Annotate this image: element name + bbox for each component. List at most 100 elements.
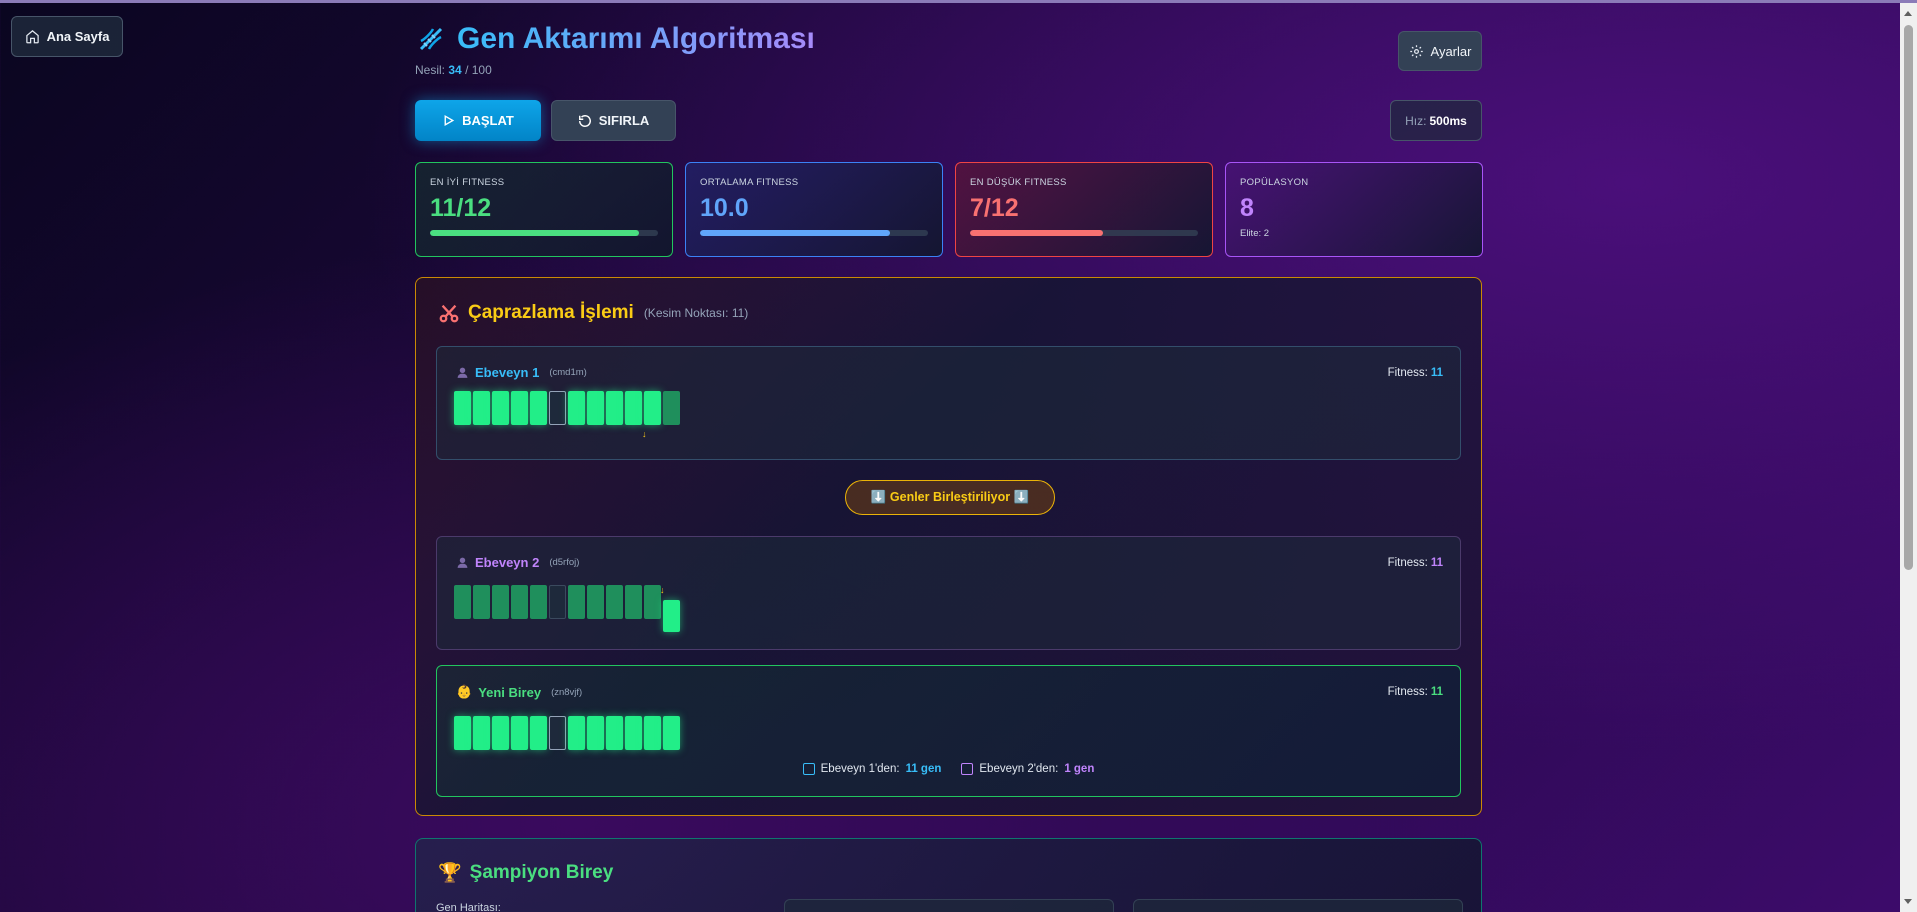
gene-cell <box>473 391 490 425</box>
parent1-swatch <box>802 763 815 775</box>
best-fitness-label: EN İYİ FITNESS <box>430 177 505 188</box>
gene-cell <box>473 585 490 619</box>
scroll-up-icon[interactable] <box>1904 11 1912 16</box>
worst-fitness-card: EN DÜŞÜK FITNESS 7/12 <box>955 162 1213 257</box>
gene-cell <box>511 716 528 750</box>
merge-badge: ⬇️ Genler Birleştiriliyor ⬇️ <box>845 480 1055 515</box>
home-button[interactable]: Ana Sayfa <box>11 16 123 57</box>
gene-source-legend: Ebeveyn 1'den: 11 gen Ebeveyn 2'den: 1 g… <box>437 763 1460 775</box>
gene-cell <box>530 716 547 750</box>
worst-fitness-bar <box>970 230 1198 236</box>
crossover-panel: Çaprazlama İşlemi (Kesim Noktası: 11) Eb… <box>415 277 1482 816</box>
gene-cell <box>663 600 680 632</box>
gene-cell <box>606 716 623 750</box>
gene-cell <box>530 391 547 425</box>
parent1-card: Ebeveyn 1 (cmd1m) Fitness: 11 ↓ <box>436 346 1461 460</box>
worst-fitness-value: 7/12 <box>970 194 1019 222</box>
avg-fitness-value: 10.0 <box>700 194 749 222</box>
user-icon <box>457 557 468 568</box>
gene-cell <box>549 716 566 750</box>
gene-cell <box>511 391 528 425</box>
settings-label: Ayarlar <box>1430 43 1472 59</box>
reset-icon <box>578 114 591 127</box>
window-top-border <box>0 0 1917 3</box>
gene-cell <box>587 585 604 619</box>
gene-cell <box>625 585 642 619</box>
parent2-name: Ebeveyn 2 <box>475 555 540 570</box>
population-card: POPÜLASYON 8 Elite: 2 <box>1225 162 1483 257</box>
worst-fitness-bar-fill <box>970 230 1103 236</box>
child-id: (zn8vjf) <box>551 686 583 698</box>
gene-cell <box>644 716 661 750</box>
child-fitness: Fitness: 11 <box>1387 686 1443 698</box>
cut-point-note: (Kesim Noktası: 11) <box>643 306 749 320</box>
champion-header: 🏆 Şampiyon Birey <box>438 861 613 885</box>
parent2-id: (d5rfoj) <box>549 557 580 568</box>
gene-cell <box>663 391 680 425</box>
gene-cell <box>587 391 604 425</box>
home-label: Ana Sayfa <box>46 29 110 44</box>
speed-label: Hız: <box>1405 113 1427 128</box>
page-scrollbar[interactable] <box>1900 3 1917 912</box>
best-fitness-bar <box>430 230 658 236</box>
speed-indicator[interactable]: Hız: 500ms <box>1390 100 1482 141</box>
parent1-genes <box>454 391 680 425</box>
best-fitness-card: EN İYİ FITNESS 11/12 <box>415 162 673 257</box>
gene-cell <box>473 716 490 750</box>
user-icon <box>457 367 468 378</box>
generation-indicator: Nesil: 34 / 100 <box>415 63 492 77</box>
gene-cell <box>492 585 509 619</box>
avg-fitness-card: ORTALAMA FITNESS 10.0 <box>685 162 943 257</box>
home-icon <box>25 30 39 44</box>
page-title: Gen Aktarımı Algoritması <box>457 22 815 55</box>
gene-cell <box>606 391 623 425</box>
reset-button[interactable]: SIFIRLA <box>551 100 676 141</box>
settings-button[interactable]: Ayarlar <box>1398 31 1482 71</box>
gene-cell <box>644 585 661 619</box>
elite-count: Elite: 2 <box>1240 228 1270 239</box>
gene-cell <box>644 391 661 425</box>
start-label: BAŞLAT <box>462 113 514 128</box>
parent1-cut-marker: ↓ <box>642 429 647 439</box>
gene-map-label: Gen Haritası: <box>436 902 501 912</box>
champion-info-box <box>1133 899 1463 912</box>
gene-cell <box>530 585 547 619</box>
avg-fitness-bar-fill <box>700 230 890 236</box>
best-fitness-bar-fill <box>430 230 640 236</box>
parent1-fitness: Fitness: 11 <box>1387 367 1443 379</box>
start-button[interactable]: BAŞLAT <box>415 100 541 141</box>
gene-cell <box>587 716 604 750</box>
parent2-swatch <box>961 763 974 775</box>
gear-icon <box>1409 44 1423 58</box>
population-label: POPÜLASYON <box>1240 177 1309 188</box>
child-card: 👶 Yeni Birey (zn8vjf) Fitness: 11 Ebeveyn… <box>436 665 1461 797</box>
trophy-icon: 🏆 <box>438 863 462 884</box>
baby-icon: 👶 <box>456 684 473 699</box>
gene-cell <box>492 391 509 425</box>
gene-cell <box>549 391 566 425</box>
population-value: 8 <box>1240 194 1254 222</box>
generation-total: / 100 <box>465 63 492 77</box>
parent2-card: Ebeveyn 2 (d5rfoj) Fitness: 11 ↓ <box>436 536 1461 650</box>
gene-cell <box>568 585 585 619</box>
gene-cell <box>625 716 642 750</box>
generation-current: 34 <box>448 63 462 77</box>
gene-cell <box>454 716 471 750</box>
gene-cell <box>625 391 642 425</box>
parent1-id: (cmd1m) <box>549 367 587 378</box>
child-genes <box>454 716 680 750</box>
best-fitness-value: 11/12 <box>430 194 492 222</box>
page-header: Gen Aktarımı Algoritması <box>415 22 815 56</box>
scroll-down-icon[interactable] <box>1904 899 1912 904</box>
child-name: Yeni Birey <box>478 684 542 700</box>
champion-panel: 🏆 Şampiyon Birey Gen Haritası: <box>415 838 1482 912</box>
gene-cell <box>568 391 585 425</box>
worst-fitness-label: EN DÜŞÜK FITNESS <box>970 177 1067 188</box>
parent2-genes <box>454 585 680 632</box>
scrollbar-thumb[interactable] <box>1904 25 1913 570</box>
gene-cell <box>492 716 509 750</box>
crossover-header: Çaprazlama İşlemi (Kesim Noktası: 11) <box>438 302 748 324</box>
parent2-fitness: Fitness: 11 <box>1387 557 1443 569</box>
gene-cell <box>568 716 585 750</box>
reset-label: SIFIRLA <box>598 113 650 128</box>
